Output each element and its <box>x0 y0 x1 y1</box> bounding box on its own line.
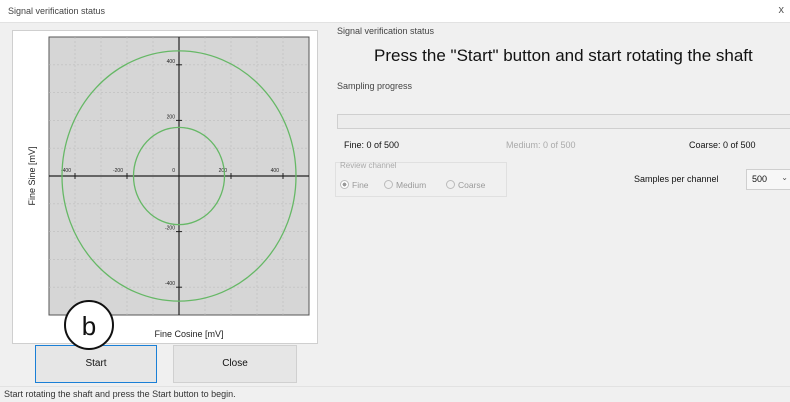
radio-medium[interactable]: Medium <box>384 180 426 190</box>
radio-medium-dot <box>384 180 393 189</box>
coarse-count: Coarse: 0 of 500 <box>689 140 756 150</box>
status-section-label: Signal verification status <box>337 26 435 36</box>
chart-svg: -400 -200 0 200 400400200-200-400Fine Cosine… <box>27 36 310 339</box>
x-tick-label: 200 <box>219 168 228 174</box>
review-channel-group: Review channel Fine Medium Coarse <box>335 161 507 197</box>
radio-medium-label: Medium <box>396 180 427 190</box>
window-title: Signal verification status <box>8 6 106 16</box>
x-tick-label: 400 <box>271 168 280 174</box>
samples-per-channel-select[interactable]: 500 ⌄ <box>746 169 790 190</box>
sampling-progress-label: Sampling progress <box>337 81 413 91</box>
start-button[interactable]: Start <box>35 345 157 383</box>
y-axis-label: Fine Sine [mV] <box>27 146 37 205</box>
chevron-down-icon: ⌄ <box>781 173 788 182</box>
sampling-progress-bar <box>337 114 790 129</box>
x-tick-label: 0 <box>172 168 175 174</box>
close-button[interactable]: Close <box>173 345 297 383</box>
y-tick-label: 200 <box>167 114 176 120</box>
samples-per-channel-label: Samples per channel <box>634 174 719 184</box>
title-bar: Signal verification status x <box>0 0 790 23</box>
status-panel: Signal verification status Press the "St… <box>334 24 790 354</box>
radio-fine[interactable]: Fine <box>340 180 369 190</box>
status-headline: Press the "Start" button and start rotat… <box>374 46 753 65</box>
y-tick-label: -200 <box>165 226 175 232</box>
x-axis-label: Fine Cosine [mV] <box>154 329 223 339</box>
lissajous-chart: -400 -200 0 200 400 400 200 -200 -400 Fine Cosine… <box>12 30 318 344</box>
radio-coarse[interactable]: Coarse <box>446 180 485 190</box>
radio-coarse-label: Coarse <box>458 180 486 190</box>
callout-label: b <box>64 300 114 350</box>
medium-count: Medium: 0 of 500 <box>506 140 576 150</box>
status-bar: Start rotating the shaft and press the S… <box>0 386 790 402</box>
x-tick-label: -200 <box>113 168 123 174</box>
status-bar-text: Start rotating the shaft and press the S… <box>4 389 236 399</box>
fine-count: Fine: 0 of 500 <box>344 140 400 150</box>
review-channel-label: Review channel <box>340 161 397 170</box>
radio-fine-label: Fine <box>352 180 369 190</box>
y-tick-label: -400 <box>165 281 175 287</box>
y-tick-label: 400 <box>167 59 176 65</box>
radio-coarse-dot <box>446 180 455 189</box>
samples-per-channel-value: 500 <box>752 174 768 184</box>
radio-fine-dot <box>340 180 349 189</box>
close-icon[interactable]: x <box>779 4 785 16</box>
